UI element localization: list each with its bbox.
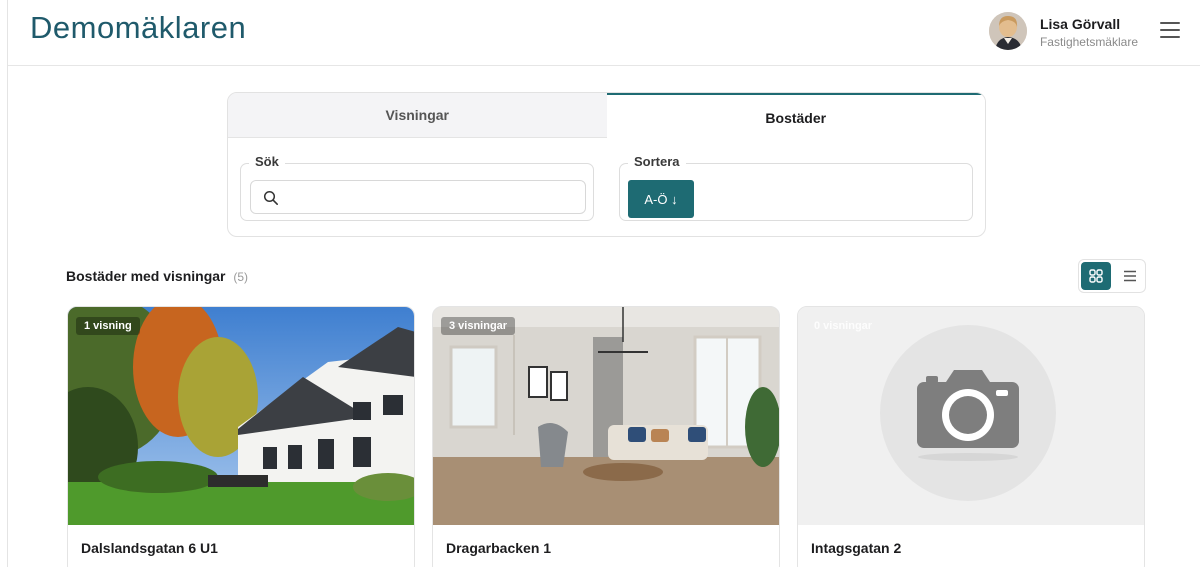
tab-bostader[interactable]: Bostäder <box>606 93 985 138</box>
search-icon <box>263 190 278 205</box>
user-role: Fastighetsmäklare <box>1039 34 1138 49</box>
left-divider <box>7 0 8 567</box>
search-fieldset: Sök <box>240 154 594 221</box>
list-icon <box>1124 270 1136 282</box>
user-profile[interactable]: Lisa Görvall Fastighetsmäklare <box>988 12 1138 50</box>
app-root: Demomäklaren Lisa Görvall Fastighetsmäkl… <box>0 0 1200 567</box>
search-box[interactable] <box>250 180 586 214</box>
hamburger-menu-icon[interactable] <box>1160 22 1180 40</box>
grid-icon <box>1089 269 1103 283</box>
sort-fieldset: Sortera A-Ö ↓ <box>619 154 973 221</box>
property-image: 3 visningar <box>433 307 779 525</box>
property-title: Dragarbacken 1 <box>446 540 552 556</box>
showings-badge: 1 visning <box>76 317 140 335</box>
avatar[interactable] <box>988 12 1027 50</box>
property-title: Intagsgatan 2 <box>811 540 902 556</box>
brand-logo[interactable]: Demomäklaren <box>30 10 246 46</box>
camera-placeholder <box>798 307 1144 525</box>
search-input[interactable] <box>285 181 581 213</box>
grid-view-button[interactable] <box>1081 262 1111 290</box>
showings-badge: 0 visningar <box>814 320 873 332</box>
filter-panel: Visningar Bostäder Sök Sortera A-Ö ↓ <box>227 92 986 237</box>
property-image: 1 visning <box>68 307 414 525</box>
property-card[interactable]: 3 visningar Dragarbacken 1 <box>432 306 780 567</box>
property-card[interactable]: 1 visning Dalslandsgatan 6 U1 <box>67 306 415 567</box>
avatar-image <box>988 12 1027 50</box>
view-toggle <box>1078 259 1146 293</box>
tab-visningar[interactable]: Visningar <box>228 93 607 138</box>
property-card[interactable]: 0 visningar Intagsgatan 2 <box>797 306 1145 567</box>
top-bar: Demomäklaren Lisa Görvall Fastighetsmäkl… <box>8 0 1200 66</box>
section-title: Bostäder med visningar <box>66 268 226 284</box>
sort-alpha-button[interactable]: A-Ö ↓ <box>628 180 694 218</box>
section-heading: Bostäder med visningar (5) <box>66 268 248 284</box>
section-count: (5) <box>233 270 249 284</box>
showings-badge: 3 visningar <box>441 317 516 335</box>
property-image: 0 visningar <box>798 307 1144 525</box>
sort-legend: Sortera <box>628 154 686 169</box>
tab-bar: Visningar Bostäder <box>228 93 985 138</box>
list-view-button[interactable] <box>1115 262 1145 290</box>
property-title: Dalslandsgatan 6 U1 <box>81 540 218 556</box>
house-photo <box>68 307 414 525</box>
search-legend: Sök <box>249 154 285 169</box>
living-room-photo <box>433 307 779 525</box>
user-name: Lisa Görvall <box>1039 15 1121 32</box>
